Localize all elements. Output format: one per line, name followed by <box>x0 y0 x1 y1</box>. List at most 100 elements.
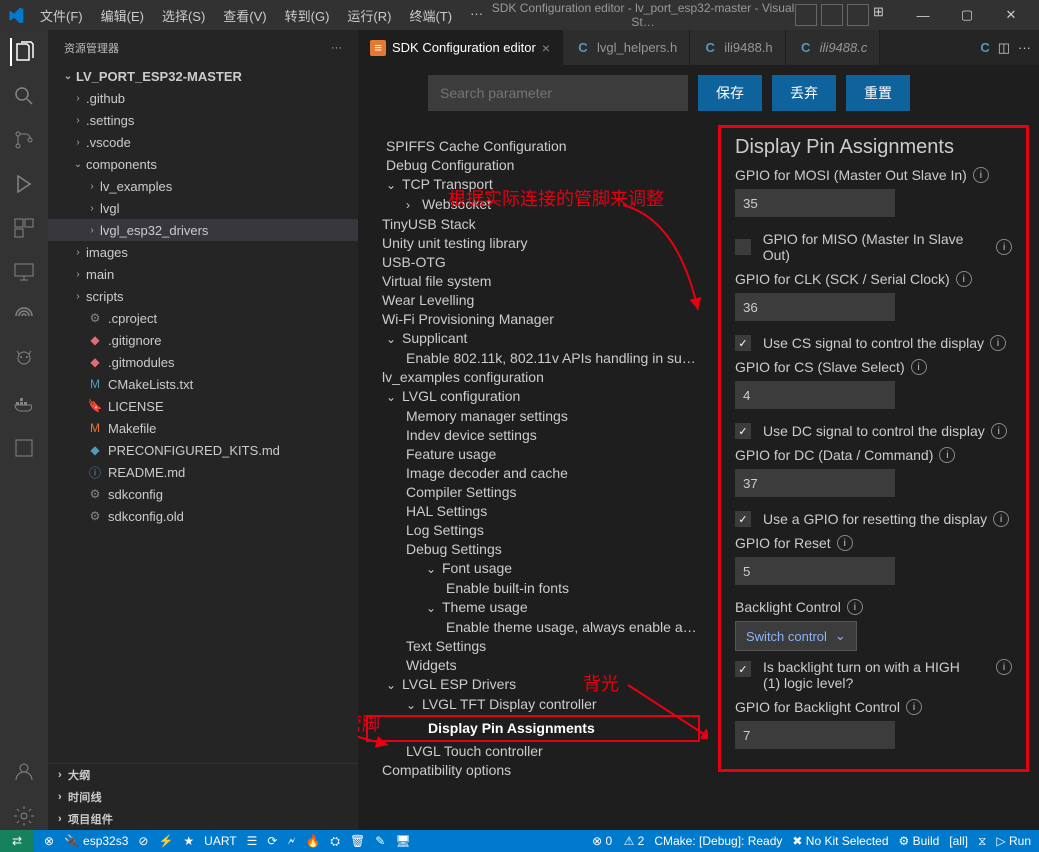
section-timeline[interactable]: ›时间线 <box>48 786 358 808</box>
sb-problems[interactable]: ⊗ 0 ⚠ 2 <box>592 834 644 848</box>
config-tree-item[interactable]: Compiler Settings <box>366 483 700 502</box>
reset-button[interactable]: 重置 <box>846 75 910 111</box>
layout-panel-right-icon[interactable] <box>847 4 869 26</box>
info-icon[interactable]: i <box>837 535 853 551</box>
mosi-input[interactable] <box>735 189 895 217</box>
save-button[interactable]: 保存 <box>698 75 762 111</box>
tree-item[interactable]: ›main <box>48 263 358 285</box>
cs-checkbox[interactable] <box>735 335 751 351</box>
rst-checkbox[interactable] <box>735 511 751 527</box>
accounts-icon[interactable] <box>10 758 38 786</box>
info-icon[interactable]: i <box>906 699 922 715</box>
tree-item[interactable]: ⓘREADME.md <box>48 461 358 483</box>
config-tree-item[interactable]: Memory manager settings <box>366 407 700 426</box>
info-icon[interactable]: i <box>956 271 972 287</box>
sb-flash-icon[interactable]: ⚡ <box>158 834 173 848</box>
tree-item[interactable]: ⚙sdkconfig.old <box>48 505 358 527</box>
menu-view[interactable]: 查看(V) <box>215 2 274 29</box>
sb-build-target[interactable]: [all] <box>949 834 968 848</box>
info-icon[interactable]: i <box>993 511 1009 527</box>
menu-run[interactable]: 运行(R) <box>339 2 399 29</box>
run-debug-icon[interactable] <box>10 170 38 198</box>
cs-input[interactable] <box>735 381 895 409</box>
tree-item[interactable]: ◆PRECONFIGURED_KITS.md <box>48 439 358 461</box>
backlight-mode-dropdown[interactable]: Switch control⌄ <box>735 621 857 651</box>
sb-fire-icon[interactable]: 🔥 <box>305 834 320 848</box>
extensions-icon[interactable] <box>10 214 38 242</box>
config-tree-item[interactable]: Debug Settings <box>366 540 700 559</box>
sb-cmake-status[interactable]: CMake: [Debug]: Ready <box>654 834 782 848</box>
tree-item[interactable]: ›.vscode <box>48 131 358 153</box>
tree-item[interactable]: MCMakeLists.txt <box>48 373 358 395</box>
sb-gear-icon[interactable]: ⛭ <box>330 834 340 849</box>
config-tree-item[interactable]: SPIFFS Cache Configuration <box>366 137 700 156</box>
config-tree-item[interactable]: Widgets <box>366 656 700 675</box>
config-tree-item[interactable]: lv_examples configuration <box>366 368 700 387</box>
explorer-icon[interactable] <box>10 38 38 66</box>
tree-item[interactable]: ◆.gitmodules <box>48 351 358 373</box>
config-tree-item[interactable]: Enable built-in fonts <box>366 579 700 598</box>
config-tree-item[interactable]: Virtual file system <box>366 272 700 291</box>
config-tree-item[interactable]: TCP Transport <box>366 175 700 195</box>
info-icon[interactable]: i <box>847 599 863 615</box>
sb-run[interactable]: ▷ Run <box>996 834 1031 848</box>
dc-checkbox[interactable] <box>735 423 751 439</box>
close-button[interactable]: ✕ <box>991 0 1031 30</box>
platformio-icon[interactable] <box>10 346 38 374</box>
search-icon[interactable] <box>10 82 38 110</box>
config-tree-item[interactable]: Indev device settings <box>366 426 700 445</box>
layout-panel-left-icon[interactable] <box>795 4 817 26</box>
info-icon[interactable]: i <box>990 335 1006 351</box>
sb-build[interactable]: ⚙ Build <box>899 834 940 848</box>
espressif-icon[interactable] <box>10 302 38 330</box>
info-icon[interactable]: i <box>939 447 955 463</box>
config-tree-item[interactable]: Font usage <box>366 559 700 579</box>
info-icon[interactable]: i <box>996 659 1012 675</box>
config-tree-item[interactable]: Enable 802.11k, 802.11v APIs handling in… <box>366 349 700 368</box>
dc-input[interactable] <box>735 469 895 497</box>
discard-button[interactable]: 丢弃 <box>772 75 836 111</box>
bl-input[interactable] <box>735 721 895 749</box>
config-tree-item[interactable]: LVGL Touch controller <box>366 742 700 761</box>
clk-input[interactable] <box>735 293 895 321</box>
config-tree-item[interactable]: LVGL configuration <box>366 387 700 407</box>
close-icon[interactable]: × <box>542 40 550 56</box>
layout-customize-icon[interactable]: ⊞ <box>873 4 895 26</box>
menu-more[interactable]: ··· <box>462 2 491 29</box>
sb-trash-icon[interactable]: 🗑 <box>350 834 365 848</box>
config-tree-item[interactable]: LVGL ESP Drivers <box>366 675 700 695</box>
sb-kit[interactable]: ✖ No Kit Selected <box>792 834 888 848</box>
config-tree-item[interactable]: Display Pin Assignments <box>366 715 700 742</box>
bl-high-checkbox[interactable] <box>735 661 751 677</box>
sb-menu-icon[interactable]: ☰ <box>247 834 258 848</box>
sb-star-icon[interactable]: ★ <box>183 834 194 848</box>
config-tree-item[interactable]: Compatibility options <box>366 761 700 780</box>
sb-errors-left[interactable]: ⊗ <box>44 834 54 848</box>
config-tree-item[interactable]: Wi-Fi Provisioning Manager <box>366 310 700 329</box>
menu-terminal[interactable]: 终端(T) <box>401 2 460 29</box>
sb-target[interactable]: 🔌 esp32s3 <box>64 834 128 848</box>
config-tree-item[interactable]: Debug Configuration <box>366 156 700 175</box>
search-parameter-field[interactable] <box>428 75 688 111</box>
config-tree-item[interactable]: Text Settings <box>366 637 700 656</box>
menu-edit[interactable]: 编辑(E) <box>93 2 152 29</box>
editor-tab[interactable]: Clvgl_helpers.h <box>563 30 690 65</box>
editor-tab[interactable]: Cili9488.h <box>690 30 785 65</box>
search-input[interactable] <box>428 75 688 111</box>
config-tree-item[interactable]: Image decoder and cache <box>366 464 700 483</box>
config-tree-item[interactable]: HAL Settings <box>366 502 700 521</box>
config-tree-item[interactable]: Log Settings <box>366 521 700 540</box>
rst-input[interactable] <box>735 557 895 585</box>
tree-item[interactable]: ⌄components <box>48 153 358 175</box>
config-tree-item[interactable]: Wear Levelling <box>366 291 700 310</box>
tab-more-icon[interactable]: ··· <box>1018 40 1031 55</box>
tree-item[interactable]: MMakefile <box>48 417 358 439</box>
maximize-button[interactable]: ▢ <box>947 0 987 30</box>
tree-item[interactable]: 🔖LICENSE <box>48 395 358 417</box>
miso-checkbox[interactable] <box>735 239 751 255</box>
config-tree-item[interactable]: Supplicant <box>366 329 700 349</box>
tree-item[interactable]: ›.settings <box>48 109 358 131</box>
tree-item[interactable]: ›lvgl <box>48 197 358 219</box>
tree-item[interactable]: ◆.gitignore <box>48 329 358 351</box>
info-icon[interactable]: i <box>973 167 989 183</box>
